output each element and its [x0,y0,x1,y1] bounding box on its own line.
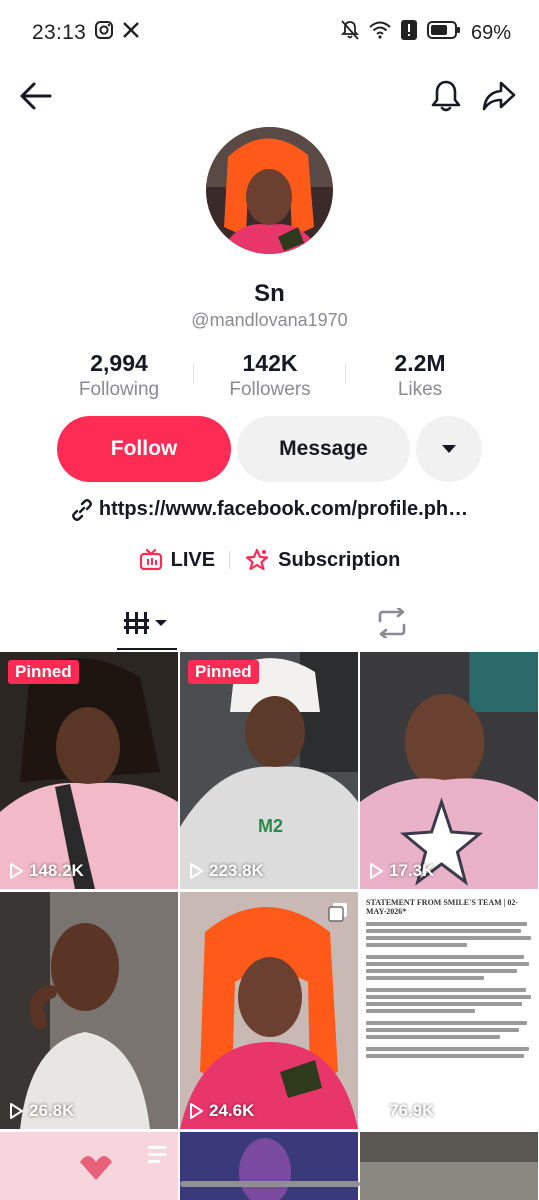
video-thumbnail [180,1132,358,1200]
subscription-label: Subscription [278,548,401,571]
tab-reposts[interactable] [302,596,482,650]
profile-stats: 2,994 Following 142K Followers 2.2M Like… [0,350,539,406]
followers-count: 142K [242,350,298,376]
video-thumbnail [180,892,358,1129]
alert-icon [400,20,417,46]
video-thumbnail [360,1132,538,1200]
pinned-badge: Pinned [8,660,79,684]
view-count-text: 17.3K [389,861,435,880]
video-tile[interactable]: 26.8K [0,892,178,1129]
view-count-text: 24.6K [209,1101,255,1120]
video-tile[interactable] [360,1132,538,1200]
bio-link[interactable]: https://www.facebook.com/profile.ph… [0,498,539,521]
video-tile[interactable] [180,1132,358,1200]
follow-button[interactable]: Follow [57,416,231,482]
active-tab-indicator [117,648,177,650]
video-thumbnail [0,1132,178,1200]
profile-extras: LIVE Subscription [0,543,539,577]
stat-following[interactable]: 2,994 Following [39,350,199,401]
status-bar: 23:13 69% [0,0,539,66]
live-label: LIVE [170,548,216,571]
content-tabs [0,596,539,652]
likes-count: 2.2M [394,350,446,376]
video-tile[interactable]: M2 Pinned 223.8K [180,652,358,889]
view-count: 76.9K [369,1101,434,1121]
live-tv-icon [139,549,162,571]
play-icon [370,863,383,879]
username: @mandlovana1970 [191,310,348,330]
video-tile[interactable]: 17.3K [360,652,538,889]
battery-icon [426,21,461,45]
video-thumbnail [0,652,178,889]
status-time: 23:13 [32,21,87,44]
play-icon [190,1103,203,1119]
document-preview: STATEMENT FROM SMILE'S TEAM | 02-MAY-202… [366,898,534,1061]
profile-actions: Follow Message [0,416,539,482]
caret-down-icon [442,445,456,453]
view-count: 24.6K [189,1101,254,1121]
share-arrow-icon [482,81,516,111]
subscription-button[interactable]: Subscription [244,548,400,572]
view-count-text: 76.9K [389,1101,435,1120]
play-icon [190,863,203,879]
document-title: STATEMENT FROM SMILE'S TEAM | 02-MAY-202… [366,898,519,916]
followers-label: Followers [229,379,311,400]
view-count-text: 26.8K [29,1101,75,1120]
bell-icon [431,80,461,112]
photo-carousel-icon [328,902,348,927]
bio-link-text: https://www.facebook.com/profile.ph… [98,498,469,520]
view-count: 26.8K [9,1101,74,1121]
following-count: 2,994 [90,350,148,376]
stat-likes[interactable]: 2.2M Likes [340,350,500,401]
mute-icon [340,20,360,46]
view-count: 17.3K [369,861,434,881]
play-icon [370,1103,383,1119]
link-icon [71,498,92,521]
video-tile[interactable]: STATEMENT FROM SMILE'S TEAM | 02-MAY-202… [360,892,538,1129]
videos-grid-icon [124,612,167,634]
share-button[interactable] [479,76,519,116]
tab-videos[interactable] [57,596,237,650]
video-thumbnail: M2 [180,652,358,889]
wifi-icon [369,21,391,45]
instagram-icon [94,20,114,46]
video-tile[interactable]: Pinned 148.2K [0,652,178,889]
message-button[interactable]: Message [237,416,410,482]
repost-icon [378,608,406,638]
back-button[interactable] [16,76,56,116]
pinned-badge: Pinned [188,660,259,684]
live-button[interactable]: LIVE [139,549,215,572]
play-icon [10,1103,23,1119]
stat-followers[interactable]: 142K Followers [190,350,350,401]
extras-divider [229,551,231,569]
following-label: Following [78,379,160,400]
subscription-star-icon [246,548,269,571]
notification-bell-button[interactable] [426,76,466,116]
svg-text:M2: M2 [258,816,283,836]
video-thumbnail [360,652,538,889]
likes-label: Likes [397,379,443,400]
back-arrow-icon [20,82,52,110]
view-count: 148.2K [9,861,84,881]
play-icon [10,863,23,879]
more-options-button[interactable] [416,416,482,482]
view-count-text: 223.8K [209,861,264,880]
profile-avatar[interactable] [206,127,333,254]
home-indicator[interactable] [180,1181,360,1187]
view-count: 223.8K [189,861,264,881]
video-tile[interactable] [0,1132,178,1200]
video-thumbnail [0,892,178,1129]
video-grid: Pinned 148.2K M2 Pinned 223.8K 17.3K 26.… [0,652,539,1200]
display-name: Sn [254,280,285,307]
battery-percent: 69% [470,21,511,44]
x-logo-icon [122,21,140,45]
view-count-text: 148.2K [29,861,84,880]
video-tile[interactable]: 24.6K [180,892,358,1129]
top-nav [0,72,539,122]
